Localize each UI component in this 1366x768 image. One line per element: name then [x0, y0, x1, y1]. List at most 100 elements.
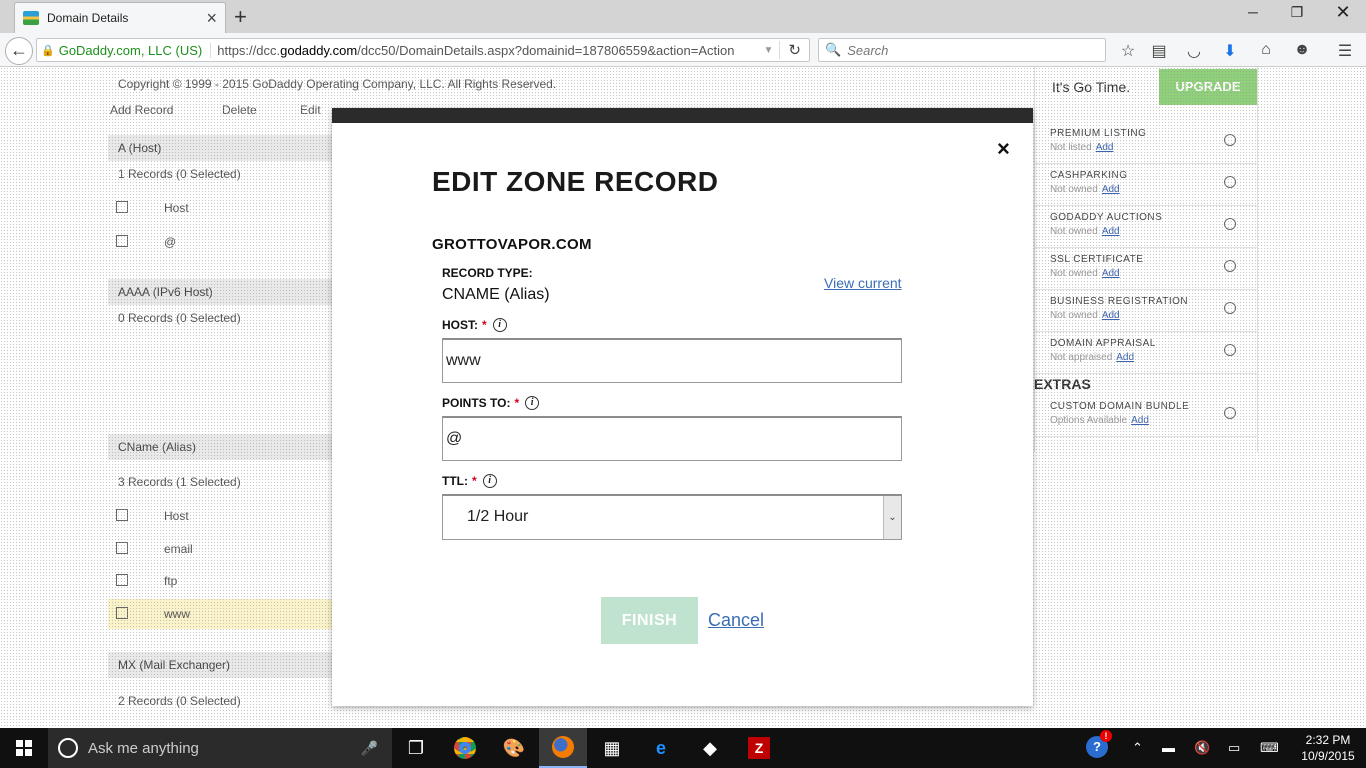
ttl-selected-value: 1/2 Hour — [467, 508, 529, 525]
ttl-label-text: TTL: — [442, 474, 468, 488]
taskbar: Ask me anything 🎤 ❐ 🎨 ▦ e ◆ Z ?! ⌃ ▬ 🔇 ▭… — [0, 728, 1366, 768]
microphone-icon[interactable]: 🎤 — [361, 740, 378, 757]
dialog-title: EDIT ZONE RECORD — [432, 166, 719, 197]
minimize-icon[interactable]: ─ — [1230, 4, 1276, 20]
tab-domain-details[interactable]: Domain Details × — [14, 2, 226, 33]
new-tab-icon[interactable]: + — [234, 4, 247, 30]
home-icon[interactable]: ⌂ — [1255, 41, 1277, 59]
edit-zone-record-dialog: × EDIT ZONE RECORD GROTTOVAPOR.COM RECOR… — [332, 108, 1033, 706]
calculator-icon[interactable]: ▦ — [588, 728, 636, 768]
help-alert-icon[interactable]: ?! — [1086, 730, 1112, 758]
info-icon — [1224, 344, 1236, 356]
action-center-icon[interactable]: ▭ — [1228, 740, 1240, 756]
ttl-select[interactable]: 1/2 Hour ⌄ — [442, 494, 902, 540]
chevron-up-icon[interactable]: ⌃ — [1132, 740, 1143, 756]
download-icon[interactable]: ⬇ — [1219, 41, 1241, 61]
tab-title: Domain Details — [47, 11, 129, 25]
finish-button[interactable]: FINISH — [601, 597, 698, 644]
paint-icon[interactable]: 🎨 — [490, 728, 538, 768]
filezilla-icon[interactable]: Z — [735, 728, 783, 768]
section-cname-count: 3 Records (1 Selected) — [118, 475, 241, 489]
section-aaaa-count: 0 Records (0 Selected) — [118, 311, 241, 325]
firefox-icon[interactable] — [539, 728, 587, 768]
section-aaaa-host: AAAA (IPv6 Host) — [108, 279, 332, 305]
section-a-count: 1 Records (0 Selected) — [118, 167, 241, 181]
required-asterisk: * — [514, 396, 520, 410]
section-mx: MX (Mail Exchanger) — [108, 652, 332, 678]
cancel-link[interactable]: Cancel — [708, 610, 764, 631]
required-asterisk: * — [472, 474, 477, 488]
url-dropdown-icon[interactable]: ▼ — [764, 45, 774, 56]
delete-link: Delete — [222, 103, 257, 117]
info-icon[interactable]: i — [482, 474, 497, 488]
site-identity[interactable]: GoDaddy.com, LLC (US) — [59, 42, 212, 58]
chevron-down-icon[interactable]: ⌄ — [883, 496, 901, 539]
info-icon — [1224, 176, 1236, 188]
section-cname: CName (Alias) — [108, 434, 332, 460]
chrome-icon[interactable] — [441, 728, 489, 768]
table-row: @ — [108, 227, 332, 257]
table-row: email — [108, 534, 332, 564]
cortana-search[interactable]: Ask me anything 🎤 — [48, 728, 392, 768]
ttl-label: TTL: * i — [442, 474, 497, 488]
close-window-icon[interactable]: ✕ — [1320, 2, 1366, 23]
menu-icon[interactable]: ☰ — [1334, 41, 1356, 61]
points-to-input[interactable] — [442, 416, 902, 461]
side-item-domain-appraisal: DOMAIN APPRAISAL Not appraised Add — [1034, 332, 1258, 374]
lock-icon: 🔒 — [41, 44, 55, 57]
url-text[interactable]: https://dcc.godaddy.com/dcc50/DomainDeta… — [217, 43, 757, 58]
side-heading: It's Go Time. — [1052, 79, 1131, 95]
volume-mute-icon[interactable]: 🔇 — [1194, 740, 1210, 756]
cortana-icon — [58, 738, 78, 758]
back-arrow-icon[interactable]: ← — [5, 37, 33, 65]
app-icon[interactable]: ◆ — [686, 728, 734, 768]
table-row: Host — [108, 501, 332, 531]
hello-icon[interactable]: ☻ — [1291, 41, 1313, 59]
clock-date: 10/9/2015 — [1301, 749, 1355, 763]
side-item-premium-listing: PREMIUM LISTING Not listed Add — [1034, 122, 1258, 164]
required-asterisk: * — [482, 318, 487, 332]
edge-icon[interactable]: e — [637, 728, 685, 768]
table-row: www — [108, 599, 332, 629]
host-label: HOST: * i — [442, 318, 507, 332]
side-item-custom-bundle: CUSTOM DOMAIN BUNDLE Options Available Ad… — [1034, 395, 1258, 437]
info-icon — [1224, 302, 1236, 314]
restore-icon[interactable]: ❐ — [1274, 4, 1320, 21]
search-input[interactable]: 🔍 Search — [818, 38, 1106, 62]
info-icon[interactable]: i — [525, 396, 540, 410]
search-placeholder: Search — [847, 42, 889, 58]
windows-start-icon[interactable] — [0, 728, 48, 768]
task-view-icon[interactable]: ❐ — [392, 728, 440, 768]
dialog-top-bar — [332, 108, 1033, 123]
url-bar[interactable]: 🔒 GoDaddy.com, LLC (US) https://dcc.goda… — [36, 38, 810, 62]
section-mx-count: 2 Records (0 Selected) — [118, 694, 241, 708]
search-icon: 🔍 — [825, 42, 842, 57]
record-type-label: RECORD TYPE: — [442, 266, 533, 280]
pocket-icon[interactable]: ◡ — [1183, 41, 1205, 61]
host-input[interactable] — [442, 338, 902, 383]
tab-close-icon[interactable]: × — [206, 8, 217, 29]
info-icon — [1224, 260, 1236, 272]
clock-time: 2:32 PM — [1305, 733, 1351, 747]
close-icon[interactable]: × — [997, 138, 1010, 160]
section-a-host: A (Host) — [108, 135, 332, 161]
site-favicon-icon — [23, 11, 39, 25]
points-to-label-text: POINTS TO: — [442, 396, 511, 410]
info-icon[interactable]: i — [492, 318, 507, 332]
info-icon — [1224, 407, 1236, 419]
side-item-auctions: GODADDY AUCTIONS Not owned Add — [1034, 206, 1258, 248]
upgrade-button: UPGRADE — [1159, 69, 1257, 105]
taskbar-clock[interactable]: 2:32 PM 10/9/2015 — [1296, 732, 1360, 764]
view-current-link[interactable]: View current — [824, 275, 902, 291]
keyboard-icon[interactable]: ⌨ — [1260, 740, 1279, 756]
copyright-text: Copyright © 1999 - 2015 GoDaddy Operatin… — [118, 77, 557, 91]
table-row: ftp — [108, 566, 332, 596]
browser-nav-bar: ← 🔒 GoDaddy.com, LLC (US) https://dcc.go… — [0, 33, 1366, 67]
cortana-placeholder: Ask me anything — [88, 739, 199, 757]
table-row: Host — [108, 193, 332, 223]
reload-icon[interactable]: ↻ — [779, 41, 809, 59]
bookmark-star-icon[interactable]: ☆ — [1117, 41, 1139, 61]
reading-list-icon[interactable]: ▤ — [1148, 41, 1170, 61]
network-icon[interactable]: ▬ — [1162, 740, 1175, 755]
browser-tab-bar: Domain Details × + ─ ❐ ✕ — [0, 0, 1366, 33]
